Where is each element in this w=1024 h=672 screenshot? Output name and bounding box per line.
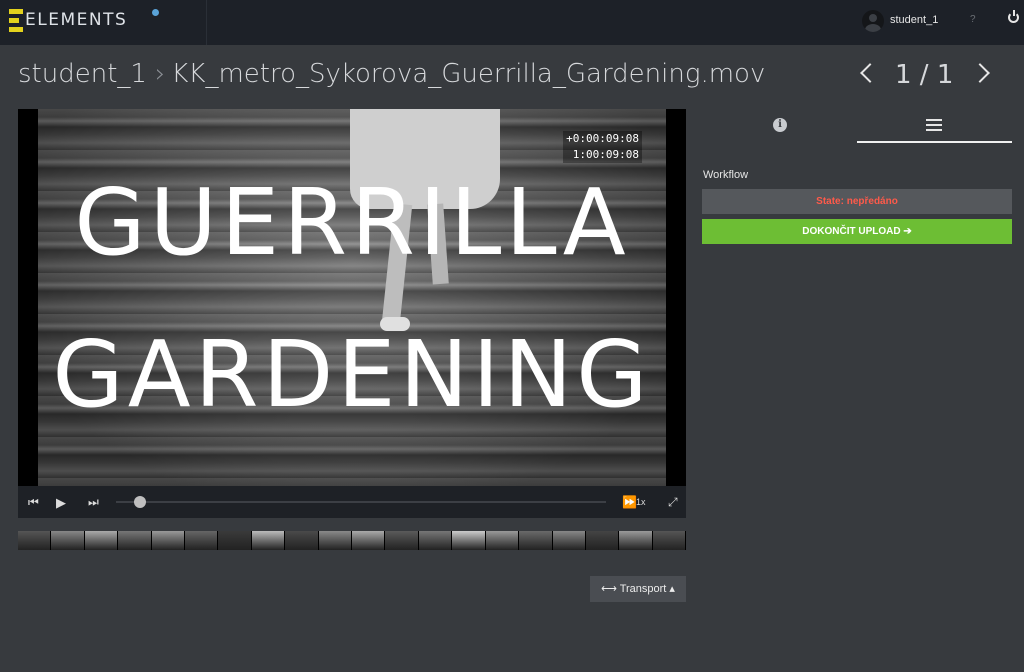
filmstrip-thumbnail[interactable] <box>585 531 620 550</box>
filmstrip-thumbnail[interactable] <box>452 531 486 550</box>
seek-bar[interactable] <box>116 501 606 503</box>
filmstrip-thumbnail[interactable] <box>185 531 219 550</box>
power-icon[interactable] <box>1008 10 1019 23</box>
breadcrumb-parent[interactable]: student_1 <box>18 59 147 89</box>
filmstrip-thumbnail[interactable] <box>84 531 119 550</box>
transport-button[interactable]: ⟷ Transport ▴ <box>590 576 686 602</box>
notification-dot <box>152 9 159 16</box>
top-bar: ELEMENTS student_1 ? <box>0 0 1024 45</box>
video-player[interactable]: GUERRILLA GARDENING +0:00:09:08 1:00:09:… <box>18 109 686 486</box>
filmstrip-thumbnail[interactable] <box>151 531 186 550</box>
breadcrumb: student_1 › KK_metro_Sykorova_Guerrilla_Ga… <box>18 59 765 89</box>
page-title: KK_metro_Sykorova_Guerrilla_Gardening.mo… <box>171 59 766 89</box>
filmstrip-thumbnail[interactable] <box>619 531 653 550</box>
brand-name[interactable]: ELEMENTS <box>25 10 127 30</box>
skip-back-icon[interactable]: ⏮ <box>28 495 39 510</box>
list-icon[interactable] <box>926 119 942 131</box>
filmstrip-thumbnail[interactable] <box>385 531 419 550</box>
video-frame: GUERRILLA GARDENING +0:00:09:08 1:00:09:… <box>38 109 666 486</box>
filmstrip-thumbnail[interactable] <box>318 531 353 550</box>
filmstrip-thumbnail[interactable] <box>251 531 286 550</box>
filmstrip-thumbnail[interactable] <box>352 531 386 550</box>
pager: 1 / 1 <box>855 60 995 92</box>
info-icon[interactable]: i <box>773 118 787 132</box>
pager-count: 1 / 1 <box>895 60 954 90</box>
play-icon[interactable]: ▶ <box>56 495 66 511</box>
chevron-left-icon[interactable] <box>860 63 880 83</box>
elements-logo-icon[interactable] <box>9 9 23 33</box>
filmstrip-thumbnail[interactable] <box>519 531 553 550</box>
filmstrip-thumbnail[interactable] <box>652 531 687 550</box>
avatar[interactable] <box>862 10 884 32</box>
timecode-absolute: 1:00:09:08 <box>572 148 639 161</box>
frame-title-line1: GUERRILLA <box>74 169 630 276</box>
filmstrip[interactable] <box>18 531 687 550</box>
help-icon[interactable]: ? <box>970 14 976 25</box>
filmstrip-thumbnail[interactable] <box>51 531 85 550</box>
fullscreen-icon[interactable]: ⤢ <box>668 495 678 510</box>
frame-title-line2: GARDENING <box>52 321 652 428</box>
timecode-overlay: +0:00:09:08 1:00:09:08 <box>563 131 642 163</box>
filmstrip-thumbnail[interactable] <box>285 531 319 550</box>
seek-handle[interactable] <box>134 496 146 508</box>
topbar-divider <box>206 0 207 45</box>
filmstrip-thumbnail[interactable] <box>118 531 152 550</box>
chevron-right-icon[interactable] <box>970 63 990 83</box>
workflow-label: Workflow <box>703 169 749 181</box>
filmstrip-thumbnail[interactable] <box>485 531 520 550</box>
timecode-relative: +0:00:09:08 <box>566 132 639 145</box>
user-name[interactable]: student_1 <box>890 14 938 26</box>
breadcrumb-separator: › <box>154 59 166 89</box>
status-badge: State: nepředáno <box>702 189 1012 214</box>
filmstrip-thumbnail[interactable] <box>218 531 252 550</box>
active-tab-indicator <box>857 141 1012 143</box>
filmstrip-thumbnail[interactable] <box>18 531 52 550</box>
skip-forward-icon[interactable]: ⏭ <box>88 495 99 510</box>
player-controls: ⏮ ▶ ⏭ ⏩ 1x ⤢ <box>18 486 686 518</box>
filmstrip-thumbnail[interactable] <box>552 531 586 550</box>
playback-speed[interactable]: 1x <box>636 497 646 507</box>
finish-upload-button[interactable]: DOKONČIT UPLOAD ➔ <box>702 219 1012 244</box>
fast-forward-icon[interactable]: ⏩ <box>622 495 637 509</box>
filmstrip-thumbnail[interactable] <box>418 531 453 550</box>
